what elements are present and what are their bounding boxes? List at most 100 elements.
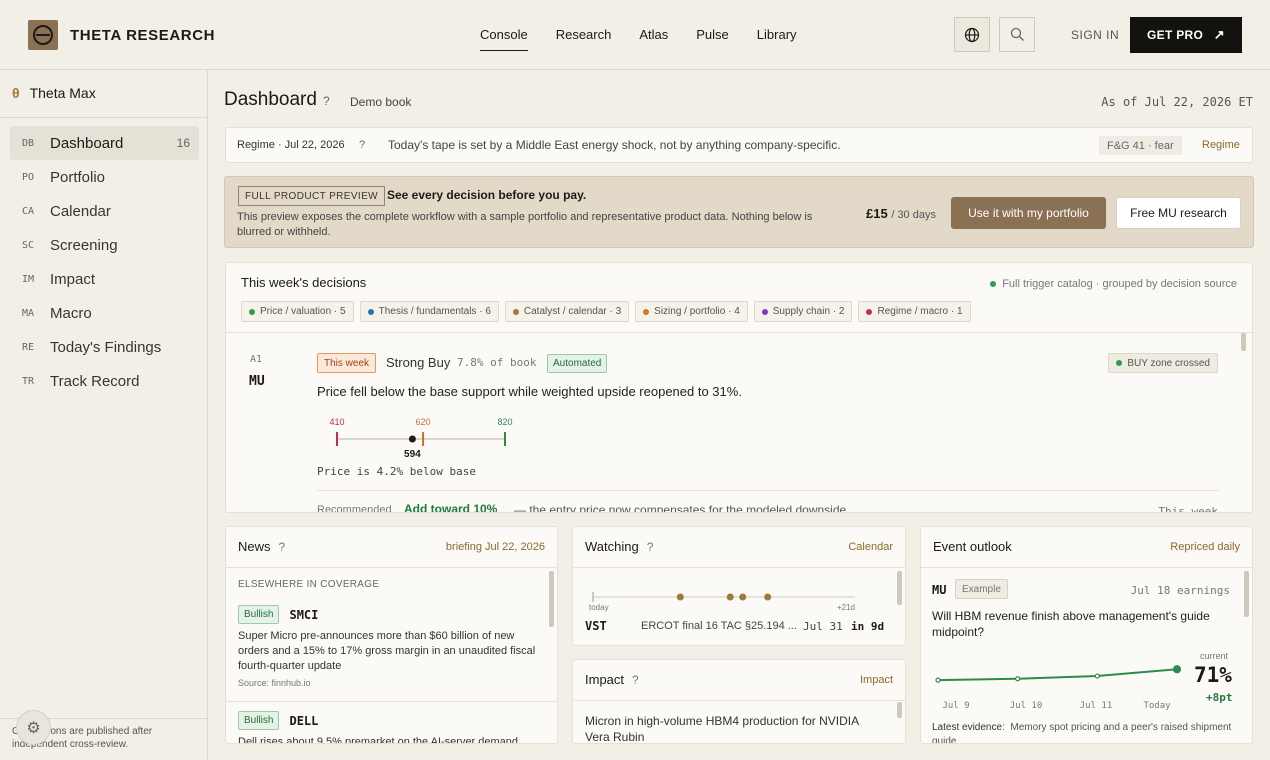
news-item[interactable]: Bullish SMCI Super Micro pre-announces m… <box>238 605 548 688</box>
filter-chip-label: Regime / macro · 1 <box>877 306 963 317</box>
help-icon[interactable]: ? <box>323 94 330 108</box>
nav-research[interactable]: Research <box>556 27 612 51</box>
scrollbar[interactable] <box>897 571 902 605</box>
watch-ticker: VST <box>585 619 607 633</box>
nav-pulse[interactable]: Pulse <box>696 27 729 51</box>
news-title-label: News <box>238 539 271 554</box>
decision-ticker[interactable]: MU <box>249 374 265 389</box>
regime-link[interactable]: Regime <box>1202 139 1240 151</box>
sidebar-item-label: Track Record <box>50 372 140 390</box>
search-button[interactable] <box>999 17 1035 52</box>
help-icon[interactable]: ? <box>632 673 639 687</box>
sidebar-item-code: RE <box>22 341 35 353</box>
decision-source-filters: Price / valuation · 5 Thesis / fundamenta… <box>241 301 971 322</box>
watch-date: Jul 31 <box>803 619 843 633</box>
timeline-event-marker[interactable] <box>726 593 734 601</box>
settings-button[interactable]: ⚙ <box>16 710 51 745</box>
sidebar-item-dashboard[interactable]: DB Dashboard 16 <box>10 126 199 160</box>
language-button[interactable] <box>954 17 990 52</box>
help-icon[interactable]: ? <box>647 540 654 554</box>
get-pro-button[interactable]: GET PRO ↗ <box>1130 17 1242 53</box>
category-dot-icon <box>249 308 255 315</box>
calendar-link[interactable]: Calendar <box>848 541 893 553</box>
filter-chip[interactable]: Regime / macro · 1 <box>858 301 971 322</box>
current-price-label: 594 <box>404 449 421 460</box>
sidebar-item-impact[interactable]: IM Impact <box>10 262 199 296</box>
recommended-action[interactable]: Add toward 10% <box>404 502 497 512</box>
help-icon[interactable]: ? <box>279 540 286 554</box>
filter-chip[interactable]: Catalyst / calendar · 3 <box>504 301 630 322</box>
regime-label: Regime · Jul 22, 2026 <box>237 139 345 151</box>
nav-library[interactable]: Library <box>757 27 797 51</box>
category-dot-icon <box>512 308 519 315</box>
briefing-link[interactable]: briefing Jul 22, 2026 <box>446 541 545 553</box>
sidebar-item-label: Calendar <box>50 202 111 220</box>
watch-row[interactable]: VST ERCOT final 16 TAC §25.194 ... Jul 3… <box>585 619 890 633</box>
page-title: Dashboard <box>224 89 317 110</box>
recommended-reason: — the entry price now compensates for th… <box>514 503 850 513</box>
rating: Strong Buy <box>386 355 451 370</box>
nav-console[interactable]: Console <box>480 27 528 51</box>
filter-chip[interactable]: Price / valuation · 5 <box>241 301 354 322</box>
sidebar-item-label: Dashboard <box>50 134 124 152</box>
timeline-event-marker[interactable] <box>764 593 772 601</box>
category-dot-icon <box>367 308 374 315</box>
watching-title-label: Watching <box>585 539 639 554</box>
nav-atlas[interactable]: Atlas <box>639 27 668 51</box>
current-probability: 71% <box>1194 663 1232 687</box>
sidebar-item-track-record[interactable]: TR Track Record <box>10 364 199 398</box>
preview-banner: FULL PRODUCT PREVIEW See every decision … <box>224 176 1254 248</box>
divider <box>317 490 1219 491</box>
news-item[interactable]: Bullish DELL Dell rises about 9.5% prema… <box>238 711 548 743</box>
repriced-daily-label[interactable]: Repriced daily <box>1170 541 1240 553</box>
divider <box>573 567 905 568</box>
current-label: current <box>1200 651 1229 661</box>
impact-headline[interactable]: Micron in high-volume HBM4 production fo… <box>585 713 885 743</box>
sidebar-item-screening[interactable]: SC Screening <box>10 228 199 262</box>
scrollbar[interactable] <box>1244 571 1249 617</box>
sidebar-item-code: TR <box>22 375 35 387</box>
timeline-event-marker[interactable] <box>739 593 747 601</box>
sidebar-item-macro[interactable]: MA Macro <box>10 296 199 330</box>
help-icon[interactable]: ? <box>359 139 365 151</box>
sign-in-link[interactable]: SIGN IN <box>1071 28 1119 42</box>
filter-chip-label: Catalyst / calendar · 3 <box>523 306 622 317</box>
brand[interactable]: THETA RESEARCH <box>28 20 215 50</box>
news-card: News? briefing Jul 22, 2026 ELSEWHERE IN… <box>225 526 558 744</box>
probability-point <box>935 677 941 683</box>
news-ticker: DELL <box>289 713 319 728</box>
price: £15 / 30 days <box>866 206 936 221</box>
filter-chip[interactable]: Sizing / portfolio · 4 <box>635 301 748 322</box>
status-dot-icon <box>990 281 997 287</box>
trigger-catalog-link[interactable]: Full trigger catalog · grouped by decisi… <box>990 278 1237 290</box>
probability-chart: Jul 9 Jul 10 Jul 11 Today <box>935 665 1182 711</box>
timeline-event-marker[interactable] <box>676 593 684 601</box>
sidebar-item-findings[interactable]: RE Today's Findings <box>10 330 199 364</box>
scrollbar[interactable] <box>549 571 554 627</box>
filter-chip-label: Supply chain · 2 <box>772 306 845 317</box>
current-price-marker <box>408 435 416 443</box>
workspace-title[interactable]: θ Theta Max <box>12 85 96 101</box>
impact-link[interactable]: Impact <box>860 674 893 686</box>
filter-chip[interactable]: Supply chain · 2 <box>753 301 853 322</box>
event-date: Jul 18 earnings <box>1130 584 1230 597</box>
fear-greed-badge: F&G 41 · fear <box>1099 136 1182 155</box>
filter-chip[interactable]: Thesis / fundamentals · 6 <box>359 301 499 322</box>
sidebar-item-portfolio[interactable]: PO Portfolio <box>10 160 199 194</box>
x-tick-label: Today <box>1143 701 1171 711</box>
sidebar-item-label: Macro <box>50 304 92 322</box>
scrollbar[interactable] <box>897 702 902 718</box>
workspace-name: Theta Max <box>29 85 96 101</box>
use-with-portfolio-button[interactable]: Use it with my portfolio <box>951 197 1106 229</box>
divider <box>226 701 557 702</box>
trigger-catalog-label: Full trigger catalog · grouped by decisi… <box>1002 278 1237 290</box>
allocation: 7.8% of book <box>457 356 537 369</box>
latest-evidence: Latest evidence: Memory spot pricing and… <box>932 721 1232 743</box>
scrollbar[interactable] <box>1241 333 1246 351</box>
filter-chip-label: Thesis / fundamentals · 6 <box>378 306 491 317</box>
sidebar-item-calendar[interactable]: CA Calendar <box>10 194 199 228</box>
free-research-button[interactable]: Free MU research <box>1116 197 1241 229</box>
news-source: Source: finnhub.io <box>238 678 311 688</box>
sidebar-item-code: SC <box>22 239 35 251</box>
watch-countdown: in 9d <box>851 619 885 633</box>
